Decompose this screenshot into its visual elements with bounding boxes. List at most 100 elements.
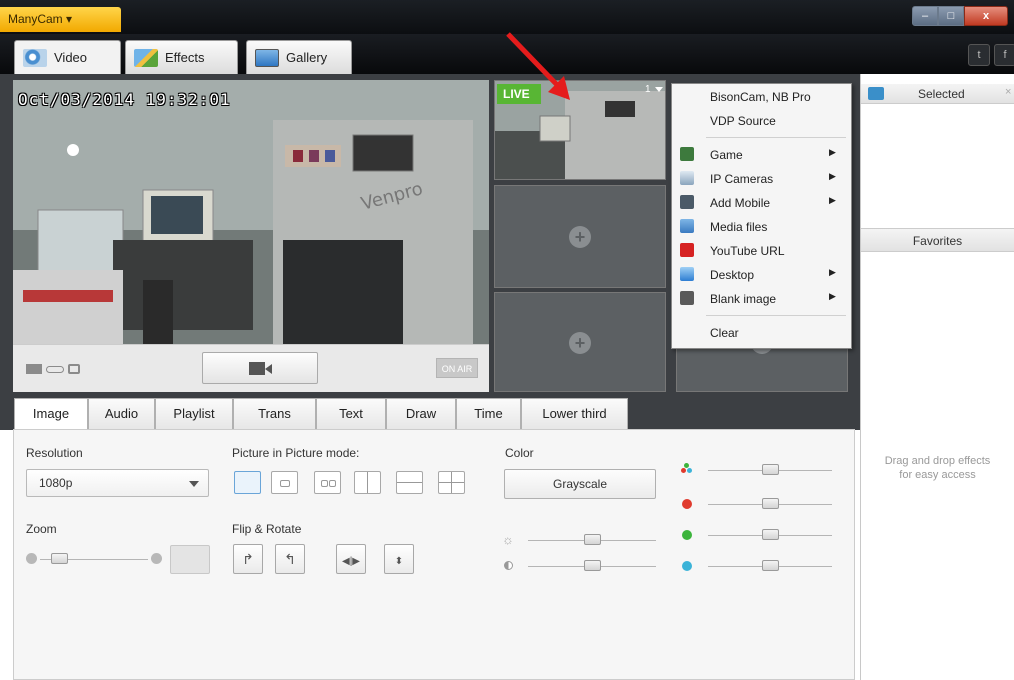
contrast-icon	[504, 561, 513, 570]
tab-time[interactable]: Time	[456, 398, 521, 430]
selected-label: Selected	[918, 87, 965, 101]
chevron-down-icon	[189, 481, 199, 487]
timestamp-overlay: Oct/03/2014 19:32:01	[18, 90, 231, 109]
zoom-slider-thumb[interactable]	[51, 553, 68, 564]
menu-item-blank-image[interactable]: Blank image ▶	[672, 287, 851, 311]
effects-icon	[134, 48, 158, 67]
record-button[interactable]	[202, 352, 318, 384]
flip-vertical-icon: ⬍	[394, 556, 404, 567]
maximize-button[interactable]: □	[938, 6, 964, 26]
facebook-button[interactable]: f	[994, 44, 1014, 66]
app-menu-button[interactable]: ManyCam ▾	[0, 7, 121, 32]
rotate-left-icon: ↰	[284, 551, 296, 567]
red-channel-icon	[682, 499, 692, 509]
grayscale-button[interactable]: Grayscale	[504, 469, 656, 499]
pip-mode-vertical-split-button[interactable]	[354, 471, 381, 494]
effects-side-panel	[860, 74, 1014, 680]
pip-mode-horizontal-split-button[interactable]	[396, 471, 423, 494]
snapshot-mode-icon[interactable]	[68, 364, 80, 374]
submenu-arrow-icon: ▶	[829, 147, 836, 157]
pip-mode-off-button[interactable]	[234, 471, 261, 494]
annotation-arrow	[506, 32, 570, 100]
pip-mode-single-button[interactable]	[271, 471, 298, 494]
menu-item-desktop[interactable]: Desktop ▶	[672, 263, 851, 287]
tab-effects[interactable]: Effects	[125, 40, 238, 74]
mode-toggle[interactable]	[46, 366, 64, 373]
minimize-button[interactable]: –	[912, 6, 938, 26]
brightness-slider-thumb[interactable]	[584, 534, 601, 545]
menu-item-game[interactable]: Game ▶	[672, 143, 851, 167]
pip-mode-double-button[interactable]	[314, 471, 341, 494]
tab-video[interactable]: Video	[14, 40, 121, 74]
add-source-icon[interactable]: +	[569, 226, 591, 248]
zoom-in-icon[interactable]	[151, 553, 162, 564]
source-slot-3[interactable]: +	[494, 292, 666, 392]
tab-lower-third[interactable]: Lower third	[521, 398, 628, 430]
tab-trans[interactable]: Trans	[233, 398, 316, 430]
window-controls: – □ x	[912, 6, 1008, 26]
mobile-icon	[680, 195, 694, 209]
menu-item-youtube-url[interactable]: YouTube URL	[672, 239, 851, 263]
menu-item-add-mobile[interactable]: Add Mobile ▶	[672, 191, 851, 215]
menu-separator	[706, 315, 846, 316]
menu-item-vdp-source[interactable]: VDP Source	[672, 109, 851, 133]
drag-drop-hint: Drag and drop effects for easy access	[884, 455, 991, 481]
tumblr-button[interactable]: t	[968, 44, 990, 66]
source-slot-2[interactable]: +	[494, 185, 666, 288]
blue-slider-thumb[interactable]	[762, 560, 779, 571]
contrast-slider-thumb[interactable]	[584, 560, 601, 571]
menu-item-bisoncam[interactable]: BisonCam, NB Pro	[672, 85, 851, 109]
close-button[interactable]: x	[964, 6, 1008, 26]
green-slider-thumb[interactable]	[762, 529, 779, 540]
saturation-slider-thumb[interactable]	[762, 464, 779, 475]
favorites-header: Favorites	[861, 228, 1014, 252]
source-context-menu: BisonCam, NB Pro VDP Source Game ▶ IP Ca…	[671, 83, 852, 349]
green-channel-icon	[682, 530, 692, 540]
game-icon	[680, 147, 694, 161]
tab-text[interactable]: Text	[316, 398, 386, 430]
resolution-label: Resolution	[26, 446, 83, 460]
zoom-value-box[interactable]	[170, 545, 210, 574]
zoom-out-icon[interactable]	[26, 553, 37, 564]
pip-double-icon	[321, 480, 328, 487]
desktop-icon	[680, 267, 694, 281]
menu-item-clear[interactable]: Clear	[672, 321, 851, 345]
pip-mode-quad-button[interactable]	[438, 471, 465, 494]
tab-gallery[interactable]: Gallery	[246, 40, 352, 74]
zoom-label: Zoom	[26, 522, 57, 536]
flip-horizontal-icon: ◀|▶	[342, 556, 360, 567]
rotate-right-button[interactable]: ↱	[233, 544, 263, 574]
tab-image[interactable]: Image	[14, 398, 88, 431]
main-preview[interactable]: Venpro	[13, 80, 489, 344]
rotate-left-button[interactable]: ↰	[275, 544, 305, 574]
tab-playlist[interactable]: Playlist	[155, 398, 233, 430]
menu-item-media-files[interactable]: Media files	[672, 215, 851, 239]
slot-dropdown-icon[interactable]	[655, 87, 663, 92]
submenu-arrow-icon: ▶	[829, 195, 836, 205]
selected-header: Selected ×	[861, 84, 1014, 104]
tab-video-label: Video	[54, 50, 88, 65]
eye-icon[interactable]	[868, 87, 884, 100]
video-mode-icon[interactable]	[26, 364, 42, 374]
video-camera-icon	[249, 362, 265, 375]
gallery-icon	[255, 48, 279, 67]
brightness-icon: ☼	[502, 532, 514, 547]
add-source-icon[interactable]: +	[569, 332, 591, 354]
pip-single-icon	[280, 480, 290, 487]
tab-audio[interactable]: Audio	[88, 398, 155, 430]
flip-horizontal-button[interactable]: ◀|▶	[336, 544, 366, 574]
webcam-icon	[23, 48, 47, 67]
horizontal-split-icon	[397, 482, 422, 483]
blue-channel-icon	[682, 561, 692, 571]
close-icon[interactable]: ×	[1005, 86, 1011, 98]
flip-vertical-button[interactable]: ⬍	[384, 544, 414, 574]
red-slider-thumb[interactable]	[762, 498, 779, 509]
menu-item-ip-cameras[interactable]: IP Cameras ▶	[672, 167, 851, 191]
tab-draw[interactable]: Draw	[386, 398, 456, 430]
menu-separator	[706, 137, 846, 138]
tab-effects-label: Effects	[165, 50, 205, 65]
resolution-dropdown[interactable]: 1080p	[26, 469, 209, 497]
youtube-icon	[680, 243, 694, 257]
submenu-arrow-icon: ▶	[829, 267, 836, 277]
vertical-split-icon	[367, 472, 368, 493]
